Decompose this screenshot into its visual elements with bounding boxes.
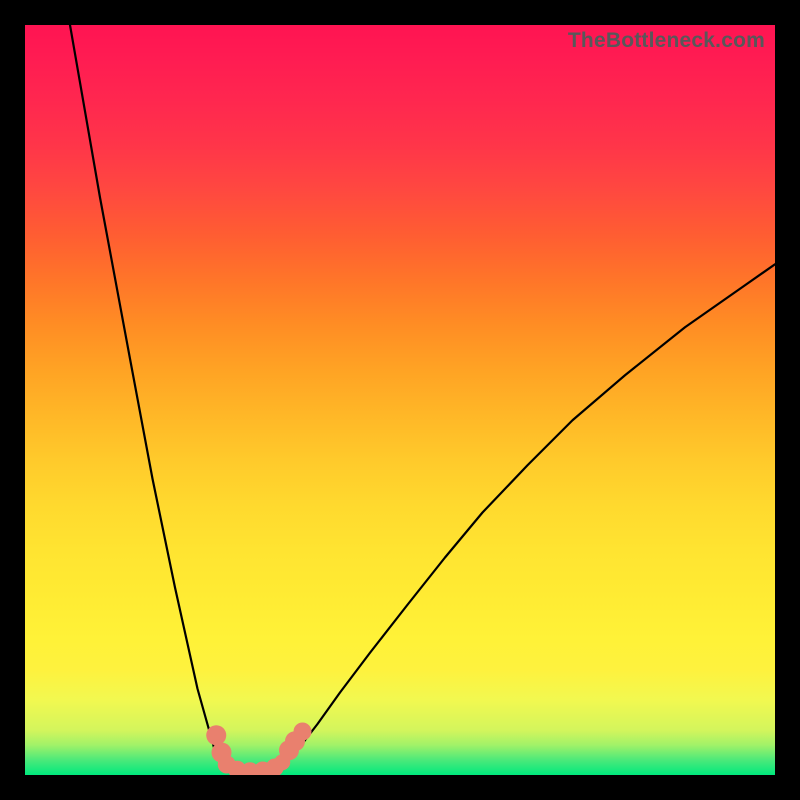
marker-group — [206, 723, 311, 776]
marker-point — [206, 725, 226, 745]
curve-path — [70, 25, 775, 771]
chart-plot-area: TheBottleneck.com — [25, 25, 775, 775]
chart-svg — [25, 25, 775, 775]
chart-frame: TheBottleneck.com — [0, 0, 800, 800]
marker-point — [294, 723, 312, 741]
